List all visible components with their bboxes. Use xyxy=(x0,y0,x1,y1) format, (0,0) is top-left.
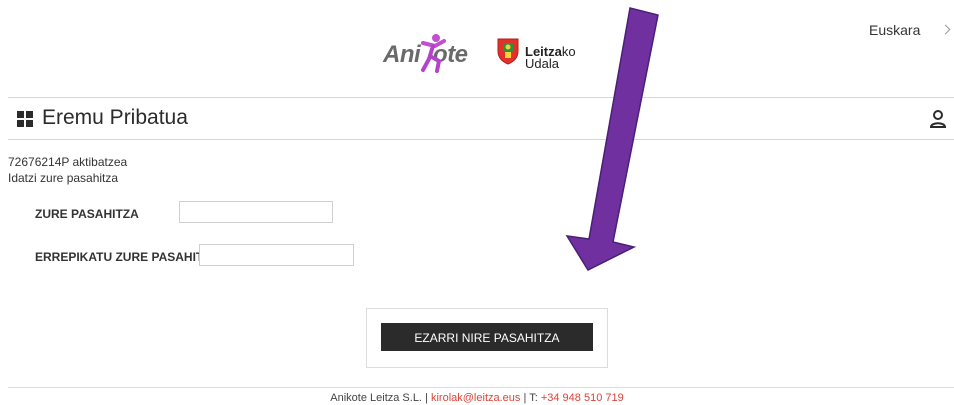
grid-icon xyxy=(17,111,34,128)
user-icon[interactable] xyxy=(929,109,947,129)
footer-email-link[interactable]: kirolak@leitza.eus xyxy=(431,392,520,404)
divider xyxy=(8,97,954,98)
footer-phone[interactable]: +34 948 510 719 xyxy=(541,392,624,404)
divider xyxy=(8,139,954,140)
logo-area: Anikote Leitzako Udala xyxy=(383,33,603,83)
footer-separator: | xyxy=(523,392,527,404)
leitza-shield-icon xyxy=(497,38,519,65)
footer-phone-prefix: T: xyxy=(529,392,538,404)
password-input[interactable] xyxy=(179,201,333,223)
activation-text: 72676214P aktibatzea xyxy=(8,155,128,169)
footer: Anikote Leitza S.L. | kirolak@leitza.eus… xyxy=(0,392,954,404)
divider xyxy=(8,387,954,388)
password-label: ZURE PASAHITZA xyxy=(35,207,139,221)
repeat-password-label: ERREPIKATU ZURE PASAHITZA xyxy=(35,250,220,264)
footer-company: Anikote Leitza S.L. xyxy=(330,392,422,404)
page-title: Eremu Pribatua xyxy=(42,106,188,129)
footer-separator: | xyxy=(425,392,428,404)
chevron-down-icon xyxy=(940,24,951,35)
language-selector[interactable]: Euskara xyxy=(869,22,951,38)
instruction-text: Idatzi zure pasahitza xyxy=(8,171,119,185)
repeat-password-input[interactable] xyxy=(199,244,354,266)
language-label: Euskara xyxy=(869,22,921,38)
anikote-figure-icon xyxy=(421,34,446,73)
leitza-logo-line2: Udala xyxy=(525,56,559,71)
set-password-button[interactable]: EZARRI NIRE PASAHITZA xyxy=(381,323,593,351)
